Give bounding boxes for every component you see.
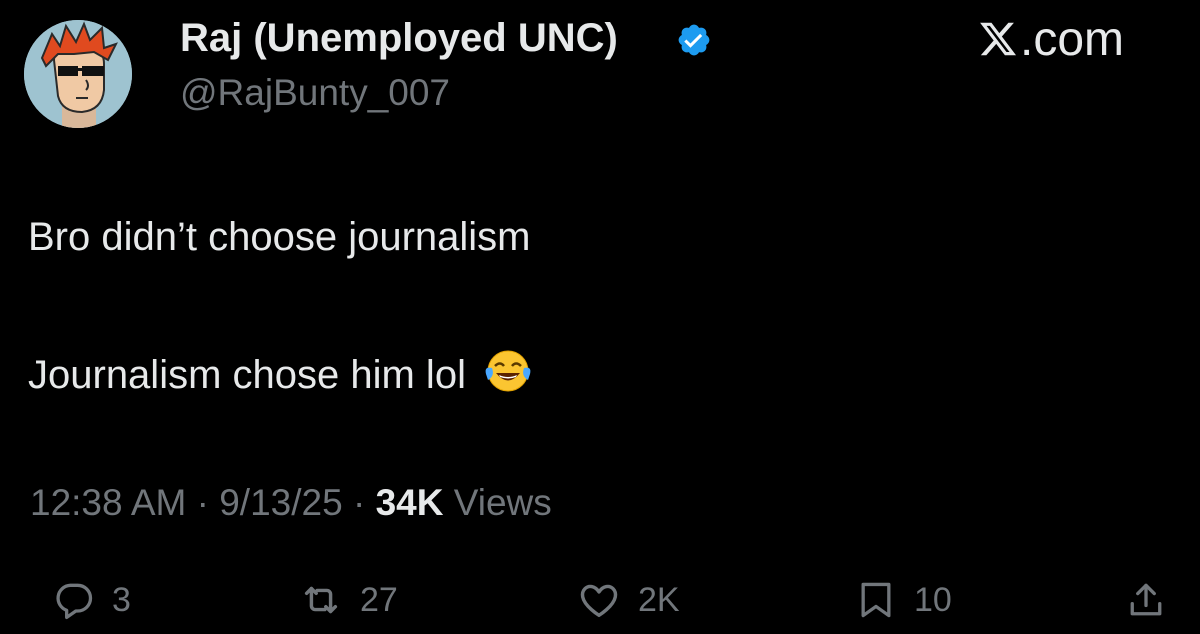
- tweet-text-line-1: Bro didn’t choose journalism: [28, 215, 531, 259]
- display-name[interactable]: Raj (Unemployed UNC): [180, 14, 618, 62]
- share-button[interactable]: [1124, 570, 1168, 630]
- tweet-time[interactable]: 12:38 AM: [30, 482, 186, 523]
- tweet-text-line-2-text: Journalism chose him lol: [28, 353, 466, 397]
- bookmark-button[interactable]: 10: [854, 570, 952, 630]
- tweet-card: Raj (Unemployed UNC) @RajBunty_007 .com …: [0, 0, 1200, 634]
- heart-icon: [580, 584, 618, 618]
- x-logo-icon: [980, 22, 1017, 56]
- brand-logo: .com: [978, 12, 1158, 68]
- verified-badge-icon: [676, 22, 712, 58]
- repost-count: 27: [360, 580, 398, 619]
- face-with-tears-of-joy-icon: [485, 350, 531, 392]
- repost-icon: [304, 586, 338, 614]
- like-button[interactable]: 2K: [576, 570, 680, 630]
- views-label: Views: [453, 482, 552, 523]
- cartoon-avatar-icon: [24, 20, 132, 128]
- like-count: 2K: [638, 580, 680, 619]
- tweet-text-line-2: Journalism chose him lol: [28, 346, 533, 400]
- reply-count: 3: [112, 580, 131, 619]
- avatar[interactable]: [24, 20, 132, 128]
- bookmark-count: 10: [914, 580, 952, 619]
- meta-separator: ·: [342, 482, 376, 523]
- bookmark-icon: [861, 582, 891, 618]
- user-handle[interactable]: @RajBunty_007: [180, 70, 450, 116]
- repost-button[interactable]: 27: [298, 570, 398, 630]
- tweet-meta: 12:38 AM · 9/13/25 · 34K Views: [30, 480, 552, 526]
- meta-separator: ·: [186, 482, 220, 523]
- reply-button[interactable]: 3: [52, 570, 131, 630]
- brand-label: .com: [1020, 13, 1125, 66]
- tweet-date[interactable]: 9/13/25: [219, 482, 342, 523]
- tweet-actions-bar: 3 27 2K 10: [0, 570, 1200, 630]
- views-count: 34K: [375, 482, 444, 523]
- share-icon: [1130, 583, 1162, 616]
- reply-icon: [56, 583, 93, 620]
